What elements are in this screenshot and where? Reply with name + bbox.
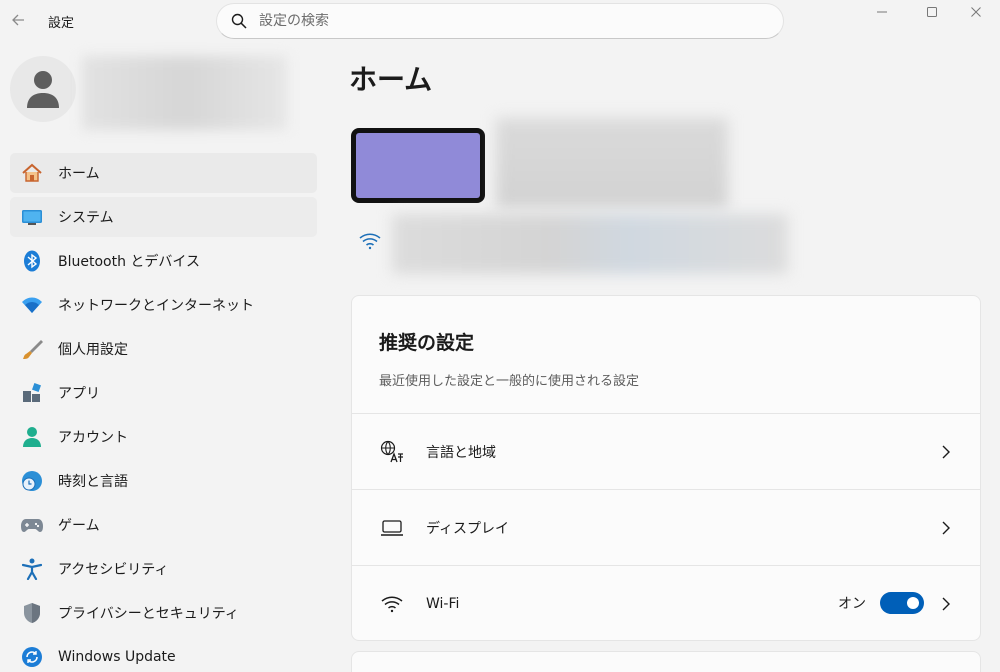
sidebar-item-label: アカウント bbox=[58, 430, 128, 446]
sidebar-item-label: 時刻と言語 bbox=[58, 474, 128, 490]
search-box[interactable] bbox=[216, 3, 784, 39]
sidebar-item-bluetooth[interactable]: Bluetooth とデバイス bbox=[10, 241, 317, 281]
row-label: ディスプレイ bbox=[426, 520, 510, 537]
toggle-knob bbox=[907, 597, 919, 609]
row-label: 言語と地域 bbox=[426, 444, 496, 461]
row-display[interactable]: ディスプレイ bbox=[352, 489, 980, 565]
sidebar-item-label: アプリ bbox=[58, 386, 100, 402]
sidebar-item-label: ネットワークとインターネット bbox=[58, 298, 254, 314]
display-icon bbox=[380, 516, 404, 540]
maximize-icon bbox=[927, 7, 937, 17]
network-info-redacted bbox=[392, 214, 788, 274]
sidebar-item-windows-update[interactable]: Windows Update bbox=[10, 637, 317, 672]
update-icon bbox=[20, 645, 44, 669]
row-language-region[interactable]: 言語と地域 bbox=[352, 413, 980, 489]
card-title: 推奨の設定 bbox=[379, 332, 475, 354]
back-button[interactable] bbox=[6, 8, 30, 32]
device-thumbnail bbox=[351, 128, 485, 203]
close-icon bbox=[971, 7, 981, 17]
sidebar-item-label: ゲーム bbox=[58, 518, 100, 534]
sidebar-item-label: システム bbox=[58, 210, 114, 226]
accessibility-icon bbox=[20, 557, 44, 581]
shield-icon bbox=[20, 601, 44, 625]
sidebar-item-label: 個人用設定 bbox=[58, 342, 128, 358]
sidebar-item-system[interactable]: システム bbox=[10, 197, 317, 237]
gamepad-icon bbox=[20, 513, 44, 537]
language-icon bbox=[380, 440, 404, 464]
wifi-toggle[interactable] bbox=[880, 592, 924, 614]
minimize-icon bbox=[877, 11, 887, 13]
sidebar-item-label: プライバシーとセキュリティ bbox=[58, 606, 239, 622]
sidebar-item-accessibility[interactable]: アクセシビリティ bbox=[10, 549, 317, 589]
device-screen bbox=[356, 133, 480, 198]
toggle-state-label: オン bbox=[838, 596, 866, 612]
search-icon bbox=[231, 13, 247, 29]
sidebar-item-home[interactable]: ホーム bbox=[10, 153, 317, 193]
sidebar-item-accounts[interactable]: アカウント bbox=[10, 417, 317, 457]
wifi-icon bbox=[380, 592, 404, 616]
row-label: Wi-Fi bbox=[426, 595, 460, 612]
back-arrow-icon bbox=[12, 14, 24, 26]
device-info-redacted bbox=[496, 118, 728, 208]
brush-icon bbox=[20, 337, 44, 361]
chevron-right-icon bbox=[938, 518, 954, 538]
minimize-button[interactable] bbox=[858, 0, 906, 24]
sidebar-item-gaming[interactable]: ゲーム bbox=[10, 505, 317, 545]
wifi-toggle-group: オン bbox=[838, 592, 924, 614]
page-title: ホーム bbox=[349, 63, 433, 96]
sidebar-item-personalization[interactable]: 個人用設定 bbox=[10, 329, 317, 369]
chevron-right-icon bbox=[938, 594, 954, 614]
bluetooth-icon bbox=[20, 249, 44, 273]
sidebar-item-privacy[interactable]: プライバシーとセキュリティ bbox=[10, 593, 317, 633]
user-icon bbox=[27, 71, 59, 108]
sidebar-item-label: ホーム bbox=[58, 166, 100, 182]
apps-icon bbox=[20, 381, 44, 405]
close-button[interactable] bbox=[952, 0, 1000, 24]
sidebar-item-label: Windows Update bbox=[58, 649, 176, 665]
home-icon bbox=[20, 161, 44, 185]
sidebar-item-time-language[interactable]: 時刻と言語 bbox=[10, 461, 317, 501]
time-language-icon bbox=[20, 469, 44, 493]
sidebar-item-label: Bluetooth とデバイス bbox=[58, 254, 200, 270]
maximize-button[interactable] bbox=[908, 0, 956, 24]
recommended-settings-card: 推奨の設定 最近使用した設定と一般的に使用される設定 言語と地域 ディスプレイ … bbox=[351, 295, 981, 641]
next-card bbox=[351, 651, 981, 672]
user-info-redacted bbox=[82, 56, 287, 130]
sidebar-item-apps[interactable]: アプリ bbox=[10, 373, 317, 413]
account-icon bbox=[20, 425, 44, 449]
system-icon bbox=[20, 205, 44, 229]
wifi-status-icon bbox=[358, 232, 382, 254]
avatar[interactable] bbox=[10, 56, 76, 122]
app-title: 設定 bbox=[48, 16, 75, 31]
card-subtitle: 最近使用した設定と一般的に使用される設定 bbox=[379, 374, 640, 389]
chevron-right-icon bbox=[938, 442, 954, 462]
sidebar-item-network[interactable]: ネットワークとインターネット bbox=[10, 285, 317, 325]
network-icon bbox=[20, 293, 44, 317]
search-input[interactable] bbox=[259, 13, 739, 29]
sidebar-item-label: アクセシビリティ bbox=[58, 562, 169, 578]
row-wifi[interactable]: Wi-Fi オン bbox=[352, 565, 980, 640]
